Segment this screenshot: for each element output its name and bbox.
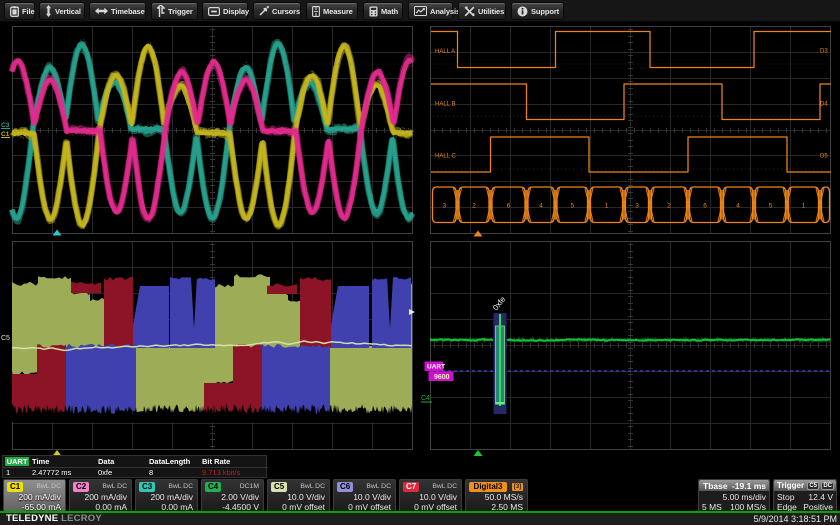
svg-text:6: 6	[703, 203, 707, 210]
svg-text:HALL B: HALL B	[435, 102, 455, 108]
svg-text:0xfe: 0xfe	[491, 294, 508, 312]
svg-text:6: 6	[507, 203, 511, 210]
svg-text:C5: C5	[1, 335, 10, 342]
svg-text:C1: C1	[1, 131, 10, 138]
svg-text:C3: C3	[1, 122, 10, 129]
svg-text:2: 2	[667, 203, 671, 210]
svg-text:5: 5	[570, 203, 574, 210]
svg-text:4: 4	[736, 203, 740, 210]
svg-text:4: 4	[539, 203, 543, 210]
svg-text:HALL A: HALL A	[435, 49, 455, 55]
svg-text:UART: UART	[427, 364, 445, 371]
svg-text:1: 1	[605, 203, 609, 210]
svg-text:HALL C: HALL C	[435, 154, 456, 160]
svg-text:9600: 9600	[434, 374, 450, 381]
svg-text:D4: D4	[820, 102, 828, 108]
svg-text:2: 2	[472, 203, 476, 210]
svg-text:5: 5	[769, 203, 773, 210]
svg-text:3: 3	[635, 203, 639, 210]
svg-text:3: 3	[442, 203, 446, 210]
svg-text:C4: C4	[421, 395, 430, 402]
svg-text:D5: D5	[820, 154, 828, 160]
svg-text:1: 1	[802, 203, 806, 210]
svg-text:D3: D3	[820, 49, 828, 55]
